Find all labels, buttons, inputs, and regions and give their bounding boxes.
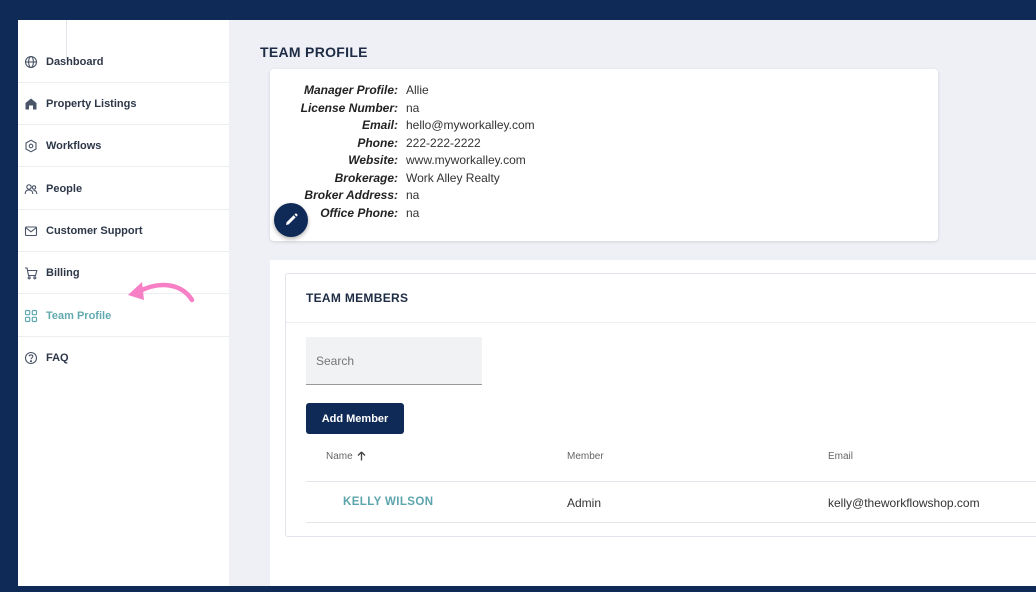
profile-key: License Number:	[300, 100, 398, 115]
mail-icon	[24, 224, 38, 238]
profile-value: na	[406, 188, 420, 202]
sidebar-item-label: FAQ	[46, 352, 69, 364]
home-icon	[24, 97, 38, 111]
member-role: Admin	[567, 496, 602, 510]
profile-key: Manager Profile:	[303, 83, 398, 97]
column-header-label: Name	[326, 451, 353, 462]
app-frame: Dashboard Property Listings Workflows Pe…	[18, 20, 1036, 586]
divider	[286, 322, 1036, 323]
profile-value: Allie	[406, 83, 429, 97]
profile-key: Email:	[361, 118, 398, 132]
sidebar-item-label: Team Profile	[46, 309, 112, 322]
profile-value: na	[406, 100, 420, 115]
grid-icon	[24, 309, 38, 323]
profile-key: Brokerage:	[334, 170, 398, 185]
sidebar-item-customer-support[interactable]: Customer Support	[18, 210, 229, 252]
profile-value: na	[406, 205, 420, 220]
add-member-button[interactable]: Add Member	[306, 403, 404, 434]
arrow-up-icon	[357, 451, 366, 461]
member-email: kelly@theworkflowshop.com	[828, 496, 980, 510]
sidebar-item-label: Workflows	[46, 139, 102, 152]
team-members-card: TEAM MEMBERS Add Member Name Member Emai…	[285, 273, 1036, 537]
profile-key: Office Phone:	[320, 205, 398, 220]
profile-value: www.myworkalley.com	[406, 153, 526, 167]
profile-key: Broker Address:	[304, 188, 398, 202]
sidebar-item-label: Property Listings	[46, 97, 137, 110]
search-input[interactable]	[306, 337, 482, 385]
sidebar-item-faq[interactable]: FAQ	[18, 337, 229, 379]
help-icon	[24, 351, 38, 365]
sidebar-item-people[interactable]: People	[18, 168, 229, 210]
sidebar-item-property-listings[interactable]: Property Listings	[18, 83, 229, 125]
profile-row-phone: Phone: 222-222-2222	[270, 135, 670, 152]
manager-profile-card: Manager Profile: Allie License Number: n…	[270, 69, 938, 241]
column-header-member[interactable]: Member	[567, 451, 604, 462]
sidebar: Dashboard Property Listings Workflows Pe…	[18, 20, 229, 586]
pencil-icon	[286, 213, 298, 225]
member-name-link[interactable]: KELLY WILSON	[343, 496, 433, 508]
sidebar-item-dashboard[interactable]: Dashboard	[18, 41, 229, 83]
hexagon-icon	[24, 139, 38, 153]
divider	[306, 481, 1036, 482]
profile-value: 222-222-2222	[406, 135, 481, 150]
team-members-title: TEAM MEMBERS	[306, 291, 409, 305]
sidebar-item-workflows[interactable]: Workflows	[18, 125, 229, 167]
profile-value: Work Alley Realty	[406, 170, 500, 185]
column-header-name[interactable]: Name	[326, 451, 366, 462]
profile-key: Website:	[348, 153, 398, 167]
page-title: TEAM PROFILE	[260, 44, 368, 60]
divider	[306, 522, 1036, 523]
profile-row-brokerage: Brokerage: Work Alley Realty	[270, 170, 670, 187]
profile-key: Phone:	[357, 135, 398, 150]
profile-value: hello@myworkalley.com	[406, 118, 535, 132]
profile-row-website: Website: www.myworkalley.com	[270, 152, 670, 169]
people-icon	[24, 182, 38, 196]
sidebar-item-label: Customer Support	[46, 224, 143, 237]
profile-row-office-phone: Office Phone: na	[270, 205, 670, 222]
annotation-arrow-icon	[128, 282, 195, 303]
profile-row-manager: Manager Profile: Allie	[270, 82, 670, 99]
cart-icon	[24, 266, 38, 280]
profile-row-email: Email: hello@myworkalley.com	[270, 117, 670, 134]
profile-row-broker-address: Broker Address: na	[270, 187, 670, 204]
sidebar-item-label: Dashboard	[46, 55, 104, 68]
edit-profile-button[interactable]	[274, 203, 308, 237]
sidebar-item-label: People	[46, 182, 83, 195]
column-header-email[interactable]: Email	[828, 451, 853, 462]
sidebar-item-label: Billing	[46, 266, 80, 279]
globe-icon	[24, 55, 38, 69]
profile-row-license: License Number: na	[270, 100, 670, 117]
